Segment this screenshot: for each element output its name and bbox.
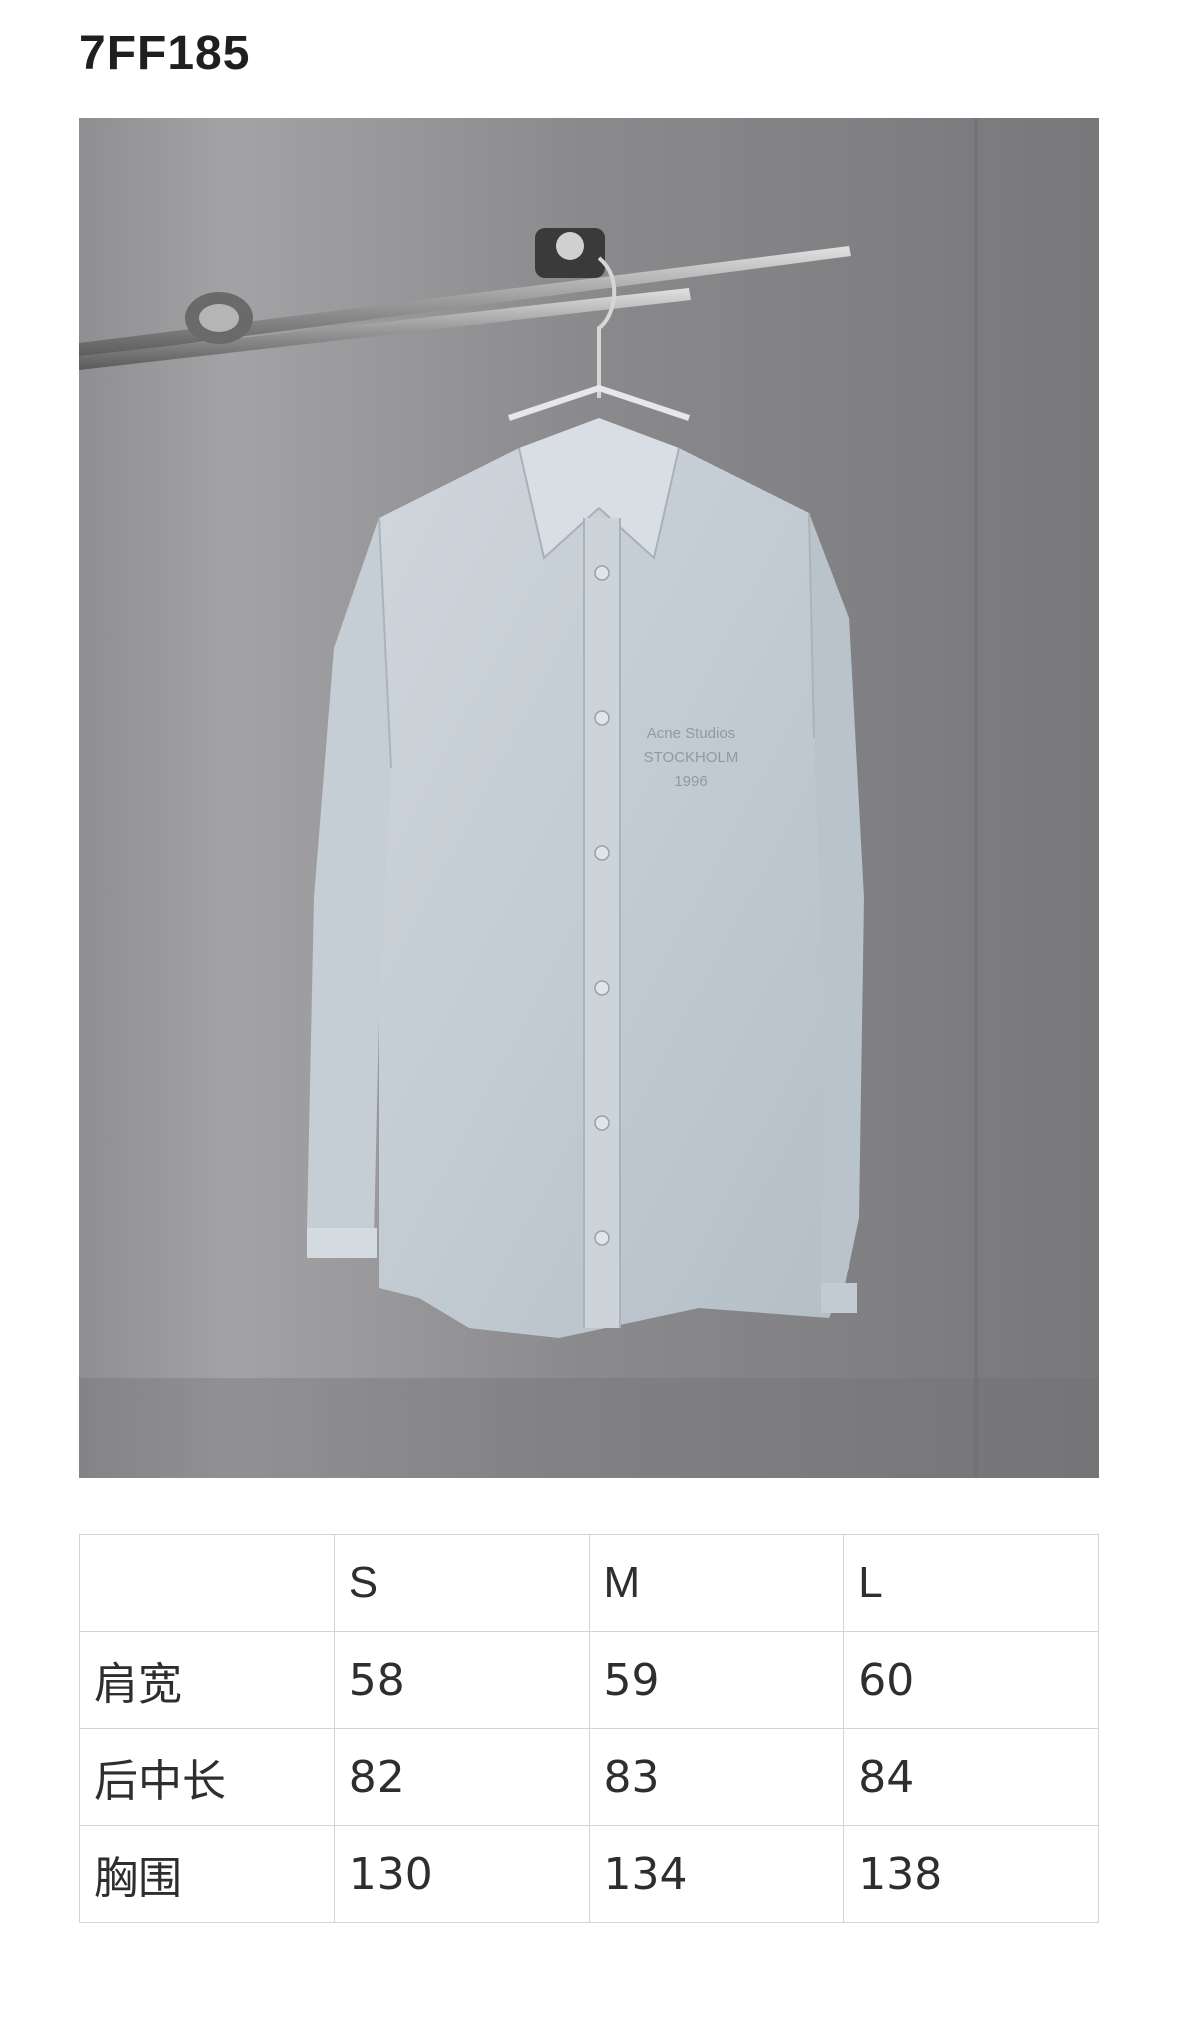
table-cell: 82: [333, 1728, 590, 1826]
table-cell: 59: [588, 1631, 845, 1729]
row-label: 后中长: [79, 1728, 335, 1826]
table-cell: 83: [588, 1728, 845, 1826]
table-cell: 84: [843, 1728, 1099, 1826]
table-row: 胸围 130 134 138: [79, 1825, 1099, 1923]
table-row: 后中长 82 83 84: [79, 1728, 1099, 1826]
row-label: 肩宽: [79, 1631, 335, 1729]
row-label: 胸围: [79, 1825, 335, 1923]
table-cell: 58: [333, 1631, 590, 1729]
print-line-3: 1996: [674, 773, 707, 790]
table-header-row: S M L: [79, 1534, 1099, 1632]
table-cell: 138: [843, 1825, 1099, 1923]
product-code-title: 7FF185: [79, 27, 251, 80]
size-chart-table: S M L 肩宽 58 59 60 后中长 82 83 84 胸围 130 13…: [79, 1534, 1099, 1923]
print-line-1: Acne Studios: [647, 725, 735, 742]
table-cell: 134: [588, 1825, 845, 1923]
table-header-cell: L: [843, 1534, 1099, 1632]
print-line-2: STOCKHOLM: [644, 749, 739, 766]
shirt: [307, 418, 864, 1338]
table-cell: 60: [843, 1631, 1099, 1729]
product-photo: Acne Studios STOCKHOLM 1996: [79, 118, 1099, 1478]
table-cell: 130: [333, 1825, 590, 1923]
table-header-cell: M: [588, 1534, 845, 1632]
table-header-cell: [79, 1534, 335, 1632]
table-header-cell: S: [333, 1534, 590, 1632]
table-row: 肩宽 58 59 60: [79, 1631, 1099, 1729]
